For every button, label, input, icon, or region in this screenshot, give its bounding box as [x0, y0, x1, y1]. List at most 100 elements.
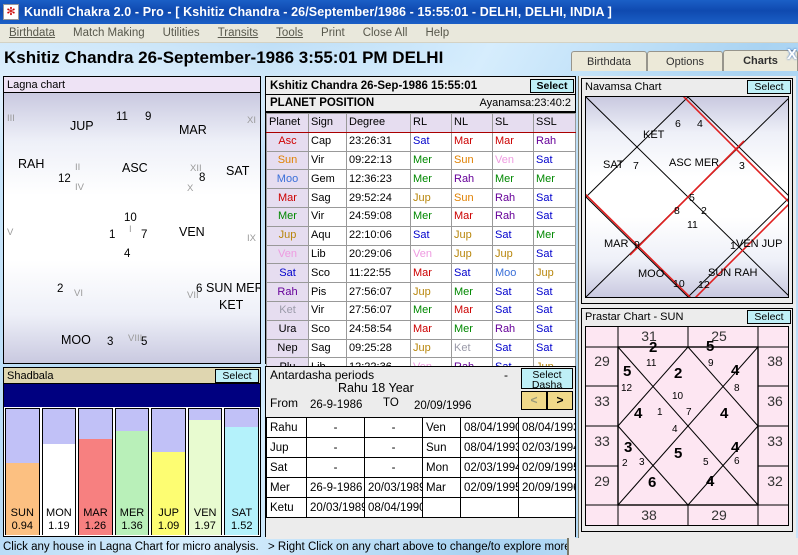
table-row[interactable]: MerVir24:59:08MerMarRahSat	[267, 207, 576, 226]
prastar-outer-bottom: 29	[708, 507, 730, 523]
shadbala-title: Shadbala	[7, 370, 54, 382]
menu-item-utilities[interactable]: Utilities	[154, 24, 209, 43]
select-dasha-button[interactable]: Select Dasha	[521, 368, 573, 389]
navamsa-house-number: 12	[698, 279, 710, 291]
shadbala-bar[interactable]: MAR1.26	[78, 438, 113, 535]
antardasha-rows: Rahu--Ven08/04/199008/04/1993Jup--Sun08/…	[267, 418, 576, 518]
table-cell: Sco	[309, 320, 347, 339]
table-row[interactable]: KetVir27:56:07MerMarSatSat	[267, 301, 576, 320]
shadbala-bar-upper	[115, 408, 150, 431]
prastar-select-button[interactable]: Select	[747, 310, 791, 324]
table-row[interactable]: SatSco11:22:55MarSatMooJup	[267, 264, 576, 283]
table-cell: Sat	[534, 283, 576, 302]
table-row[interactable]: RahPis27:56:07JupMerSatSat	[267, 283, 576, 302]
ayanamsa-value: Ayanamsa:23:40:2	[479, 97, 571, 109]
tab-options[interactable]: Options	[647, 51, 723, 71]
shadbala-chart[interactable]: SUN0.94MON1.19MAR1.26MER1.36JUP1.09VEN1.…	[4, 384, 260, 536]
shadbala-bar[interactable]: JUP1.09	[151, 451, 186, 535]
shadbala-bar[interactable]: SAT1.52	[224, 426, 259, 535]
lagna-roman-numeral: II	[75, 162, 80, 173]
table-row[interactable]: MooGem12:36:23MerRahMerMer	[267, 170, 576, 189]
navamsa-house-number: 8	[674, 205, 680, 217]
antardasha-cell: Mar	[423, 478, 461, 498]
shadbala-bar[interactable]: MON1.19	[42, 443, 77, 535]
table-row[interactable]: AscCap23:26:31SatMarMarRah	[267, 132, 576, 151]
table-row[interactable]: NepSag09:25:28JupKetSatSat	[267, 339, 576, 358]
menu-item-help[interactable]: Help	[416, 24, 458, 43]
antardasha-cell: Mer	[267, 478, 307, 498]
antardasha-cell: 20/09/1996	[519, 478, 576, 498]
shadbala-select-button[interactable]: Select	[215, 369, 259, 383]
prastar-chart-canvas[interactable]: 312538292933332938363332 255244435464 11…	[585, 326, 789, 526]
navamsa-planet-label: ASC MER	[669, 157, 719, 169]
tab-birthdata[interactable]: Birthdata	[571, 51, 647, 71]
antardasha-cell: 02/03/1994	[461, 458, 519, 478]
prastar-outer-left: 33	[591, 393, 613, 409]
table-row[interactable]: UraSco24:58:54MarMerRahSat	[267, 320, 576, 339]
lagna-planet-label: RAH	[18, 157, 44, 171]
prastar-house-number: 11	[646, 358, 656, 369]
shadbala-bar[interactable]: MER1.36	[115, 430, 150, 535]
lagna-planet-label: VEN	[179, 225, 205, 239]
lagna-planet-label: JUP	[70, 119, 94, 133]
close-icon[interactable]: X	[787, 47, 797, 62]
prastar-house-number: 3	[639, 457, 645, 468]
table-cell: Sag	[309, 189, 347, 208]
menu-bar: Birthdata Match Making Utilities Transit…	[0, 24, 798, 43]
shadbala-bar-label: MAR	[83, 507, 107, 520]
table-cell: Sat	[493, 301, 534, 320]
table-cell: Vir	[309, 301, 347, 320]
antardasha-row[interactable]: Rahu--Ven08/04/199008/04/1993	[267, 418, 576, 438]
antardasha-cell	[423, 498, 461, 518]
navamsa-house-number: 10	[673, 278, 685, 290]
table-row[interactable]: JupAqu22:10:06SatJupSatMer	[267, 226, 576, 245]
shadbala-bar-value: 1.19	[48, 520, 69, 533]
prastar-value: 2	[649, 339, 657, 356]
antardasha-row[interactable]: Jup--Sun08/04/199302/03/1994	[267, 438, 576, 458]
table-header-row: PlanetSignDegreeRLNLSLSSL	[267, 114, 576, 133]
menu-item-close-all[interactable]: Close All	[354, 24, 417, 43]
table-column-header: Planet	[267, 114, 309, 133]
dasha-prev-button[interactable]: <	[521, 391, 547, 410]
antardasha-row[interactable]: Ketu20/03/198908/04/1990	[267, 498, 576, 518]
prastar-outer-right: 32	[764, 473, 786, 489]
table-row[interactable]: MarSag29:52:24JupSunRahSat	[267, 189, 576, 208]
planet-position-select-button[interactable]: Select	[530, 79, 574, 93]
antardasha-row[interactable]: Sat--Mon02/03/199402/09/1995	[267, 458, 576, 478]
prastar-outer-left: 29	[591, 353, 613, 369]
antardasha-cell: 02/03/1994	[519, 438, 576, 458]
lagna-chart-canvas[interactable]: JUPMARRAHASCSATVENSUN MERKETMOO 11912810…	[4, 93, 260, 363]
lagna-roman-numeral: VIII	[128, 333, 142, 344]
table-row[interactable]: SunVir09:22:13MerSunVenSat	[267, 151, 576, 170]
lagna-roman-numeral: IX	[247, 233, 256, 244]
shadbala-bar[interactable]: VEN1.97	[188, 419, 223, 535]
menu-label: Transits	[218, 27, 258, 39]
menu-item-print[interactable]: Print	[312, 24, 354, 43]
menu-item-birthdata[interactable]: Birthdata	[0, 24, 64, 43]
prastar-house-number: 8	[734, 383, 740, 394]
menu-label: Help	[425, 27, 449, 39]
app-icon: ✻	[3, 4, 19, 20]
lagna-roman-numeral: V	[7, 227, 13, 238]
antardasha-cell: 08/04/1990	[461, 418, 519, 438]
shadbala-bar-value: 1.36	[121, 520, 142, 533]
antardasha-cell: 02/09/1995	[461, 478, 519, 498]
shadbala-bar-value: 1.97	[194, 520, 215, 533]
antardasha-panel: Antardasha periods - Rahu 18 Year From 2…	[265, 366, 576, 537]
table-cell: Sat	[493, 339, 534, 358]
table-cell: Mer	[534, 170, 576, 189]
antardasha-row[interactable]: Mer26-9-198620/03/1989Mar02/09/199520/09…	[267, 478, 576, 498]
antardasha-header: Antardasha periods - Rahu 18 Year From 2…	[266, 367, 575, 417]
table-cell: Sat	[493, 226, 534, 245]
menu-item-tools[interactable]: Tools	[267, 24, 312, 43]
navamsa-select-button[interactable]: Select	[747, 80, 791, 94]
menu-item-transits[interactable]: Transits	[209, 24, 267, 43]
dasha-next-button[interactable]: >	[547, 391, 573, 410]
shadbala-bar[interactable]: SUN0.94	[5, 462, 40, 535]
navamsa-chart-canvas[interactable]: KETSATASC MERMARVEN JUPMOOSUN RAH 647358…	[585, 96, 789, 298]
table-row[interactable]: VenLib20:29:06VenJupJupSat	[267, 245, 576, 264]
table-cell: Jup	[452, 226, 493, 245]
planet-position-table: PlanetSignDegreeRLNLSLSSL AscCap23:26:31…	[266, 113, 576, 377]
prastar-value: 4	[720, 405, 728, 422]
menu-item-match-making[interactable]: Match Making	[64, 24, 154, 43]
